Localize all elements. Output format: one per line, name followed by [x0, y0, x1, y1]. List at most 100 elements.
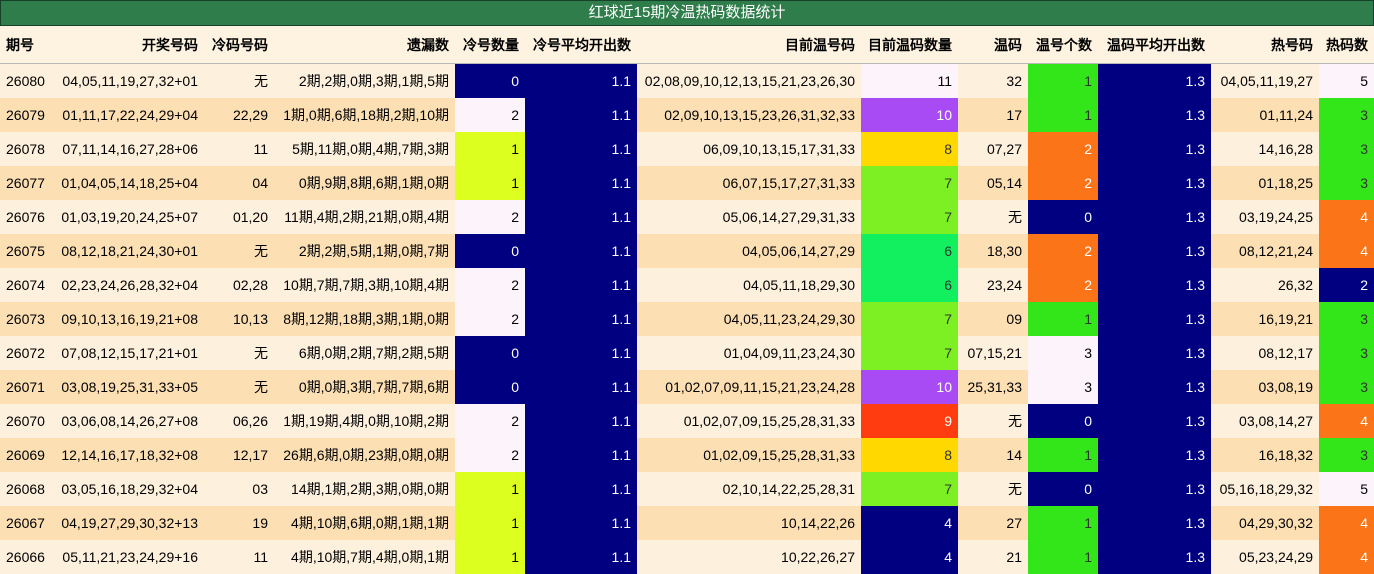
cell-hot-numbers: 03,08,14,27 [1211, 404, 1319, 438]
cell-draw-numbers: 03,08,19,25,31,33+05 [54, 370, 204, 404]
cell-warm-avg: 1.3 [1098, 370, 1211, 404]
cell-warm-numbers: 07,27 [958, 132, 1028, 166]
cell-cold-count: 2 [455, 438, 525, 472]
cell-current-warm: 01,02,07,09,15,25,28,31,33 [637, 404, 861, 438]
cell-cold-avg: 1.1 [525, 98, 637, 132]
cell-draw-numbers: 04,05,11,19,27,32+01 [54, 64, 204, 99]
cell-warm-num-count: 0 [1028, 472, 1098, 506]
cell-cold-numbers: 11 [204, 132, 274, 166]
cell-hot-count: 5 [1319, 472, 1374, 506]
cell-hot-numbers: 05,23,24,29 [1211, 540, 1319, 574]
header-cold-avg: 冷号平均开出数 [525, 26, 637, 64]
cell-warm-num-count: 1 [1028, 98, 1098, 132]
cell-cold-numbers: 06,26 [204, 404, 274, 438]
cell-warm-avg: 1.3 [1098, 200, 1211, 234]
cell-cold-avg: 1.1 [525, 540, 637, 574]
table-row: 2608004,05,11,19,27,32+01无2期,2期,0期,3期,1期… [0, 64, 1374, 99]
cell-hot-numbers: 08,12,21,24 [1211, 234, 1319, 268]
cell-hot-numbers: 16,19,21 [1211, 302, 1319, 336]
cell-warm-numbers: 07,15,21 [958, 336, 1028, 370]
cell-warm-num-count: 3 [1028, 370, 1098, 404]
cell-warm-numbers: 05,14 [958, 166, 1028, 200]
cell-current-warm: 06,07,15,17,27,31,33 [637, 166, 861, 200]
cell-warm-num-count: 2 [1028, 166, 1098, 200]
cell-cold-numbers: 22,29 [204, 98, 274, 132]
cell-issue: 26067 [0, 506, 54, 540]
cell-cold-avg: 1.1 [525, 200, 637, 234]
cell-current-warm: 10,22,26,27 [637, 540, 861, 574]
cell-draw-numbers: 09,10,13,16,19,21+08 [54, 302, 204, 336]
table-row: 2607103,08,19,25,31,33+05无0期,0期,3期,7期,7期… [0, 370, 1374, 404]
cell-current-warm-count: 8 [861, 438, 958, 472]
cell-current-warm: 04,05,06,14,27,29 [637, 234, 861, 268]
cell-hot-count: 3 [1319, 166, 1374, 200]
table-body: 2608004,05,11,19,27,32+01 无 2期,2期,0期,3期,1期… [0, 64, 1374, 574]
cell-warm-avg: 1.3 [1098, 506, 1211, 540]
cell-hot-count: 3 [1319, 302, 1374, 336]
header-current-warm: 目前温号码 [637, 26, 861, 64]
cell-draw-numbers: 01,03,19,20,24,25+07 [54, 200, 204, 234]
cell-draw-numbers: 08,12,18,21,24,30+01 [54, 234, 204, 268]
table-row: 2606605,11,21,23,24,29+16114期,10期,7期,4期,… [0, 540, 1374, 574]
cell-hot-numbers: 04,29,30,32 [1211, 506, 1319, 540]
cell-warm-numbers: 17 [958, 98, 1028, 132]
cell-cold-avg: 1.1 [525, 166, 637, 200]
cell-cold-numbers: 无 [204, 234, 274, 268]
cell-warm-num-count: 1 [1028, 64, 1098, 99]
cell-issue: 26070 [0, 404, 54, 438]
cell-draw-numbers: 01,11,17,22,24,29+04 [54, 98, 204, 132]
cell-current-warm: 02,08,09,10,12,13,15,21,23,26,30 [637, 64, 861, 99]
cell-current-warm-count: 7 [861, 200, 958, 234]
header-current-warm-count: 目前温码数量 [861, 26, 958, 64]
cell-warm-numbers: 18,30 [958, 234, 1028, 268]
cell-warm-num-count: 2 [1028, 132, 1098, 166]
cell-miss-counts: 11期,4期,2期,21期,0期,4期 [274, 200, 455, 234]
cell-cold-avg: 1.1 [525, 64, 637, 99]
table-row: 2607207,08,12,15,17,21+01无6期,0期,2期,7期,2期… [0, 336, 1374, 370]
cell-warm-num-count: 2 [1028, 268, 1098, 302]
cell-issue: 26068 [0, 472, 54, 506]
cell-warm-avg: 1.3 [1098, 472, 1211, 506]
cell-cold-count: 1 [455, 132, 525, 166]
cell-warm-avg: 1.3 [1098, 540, 1211, 574]
cell-current-warm: 10,14,22,26 [637, 506, 861, 540]
cell-cold-count: 2 [455, 404, 525, 438]
cell-current-warm: 01,04,09,11,23,24,30 [637, 336, 861, 370]
header-warm-num-count: 温号个数 [1028, 26, 1098, 64]
cell-cold-avg: 1.1 [525, 506, 637, 540]
cell-current-warm: 01,02,09,15,25,28,31,33 [637, 438, 861, 472]
cell-cold-count: 2 [455, 302, 525, 336]
cell-warm-numbers: 无 [958, 472, 1028, 506]
cell-current-warm-count: 7 [861, 166, 958, 200]
cell-warm-numbers: 09 [958, 302, 1028, 336]
cell-warm-numbers: 14 [958, 438, 1028, 472]
cell-miss-counts: 2期,2期,0期,3期,1期,5期 [274, 64, 455, 99]
cell-issue: 26074 [0, 268, 54, 302]
table-row: 2607309,10,13,16,19,21+0810,138期,12期,18期… [0, 302, 1374, 336]
cell-hot-count: 3 [1319, 336, 1374, 370]
stats-table: 期号 开奖号码 冷码号码 遗漏数 冷号数量 冷号平均开出数 目前温号码 目前温码… [0, 26, 1374, 574]
cell-issue: 26080 [0, 64, 54, 99]
cell-warm-numbers: 27 [958, 506, 1028, 540]
cell-current-warm: 04,05,11,23,24,29,30 [637, 302, 861, 336]
cell-cold-count: 1 [455, 166, 525, 200]
cell-miss-counts: 0期,0期,3期,7期,7期,6期 [274, 370, 455, 404]
cell-draw-numbers: 02,23,24,26,28,32+04 [54, 268, 204, 302]
cell-cold-count: 0 [455, 234, 525, 268]
table-row: 2607701,04,05,14,18,25+04040期,9期,8期,6期,1… [0, 166, 1374, 200]
cell-draw-numbers: 01,04,05,14,18,25+04 [54, 166, 204, 200]
header-hot-numbers: 热号码 [1211, 26, 1319, 64]
cell-cold-avg: 1.1 [525, 302, 637, 336]
cell-warm-numbers: 无 [958, 200, 1028, 234]
cell-cold-count: 2 [455, 98, 525, 132]
cell-current-warm-count: 10 [861, 98, 958, 132]
cell-warm-numbers: 无 [958, 404, 1028, 438]
cell-warm-avg: 1.3 [1098, 438, 1211, 472]
cell-cold-numbers: 02,28 [204, 268, 274, 302]
cell-draw-numbers: 07,08,12,15,17,21+01 [54, 336, 204, 370]
table-row: 2606704,19,27,29,30,32+13194期,10期,6期,0期,… [0, 506, 1374, 540]
cell-warm-num-count: 3 [1028, 336, 1098, 370]
header-cold-count: 冷号数量 [455, 26, 525, 64]
cell-hot-numbers: 16,18,32 [1211, 438, 1319, 472]
cell-current-warm-count: 8 [861, 132, 958, 166]
